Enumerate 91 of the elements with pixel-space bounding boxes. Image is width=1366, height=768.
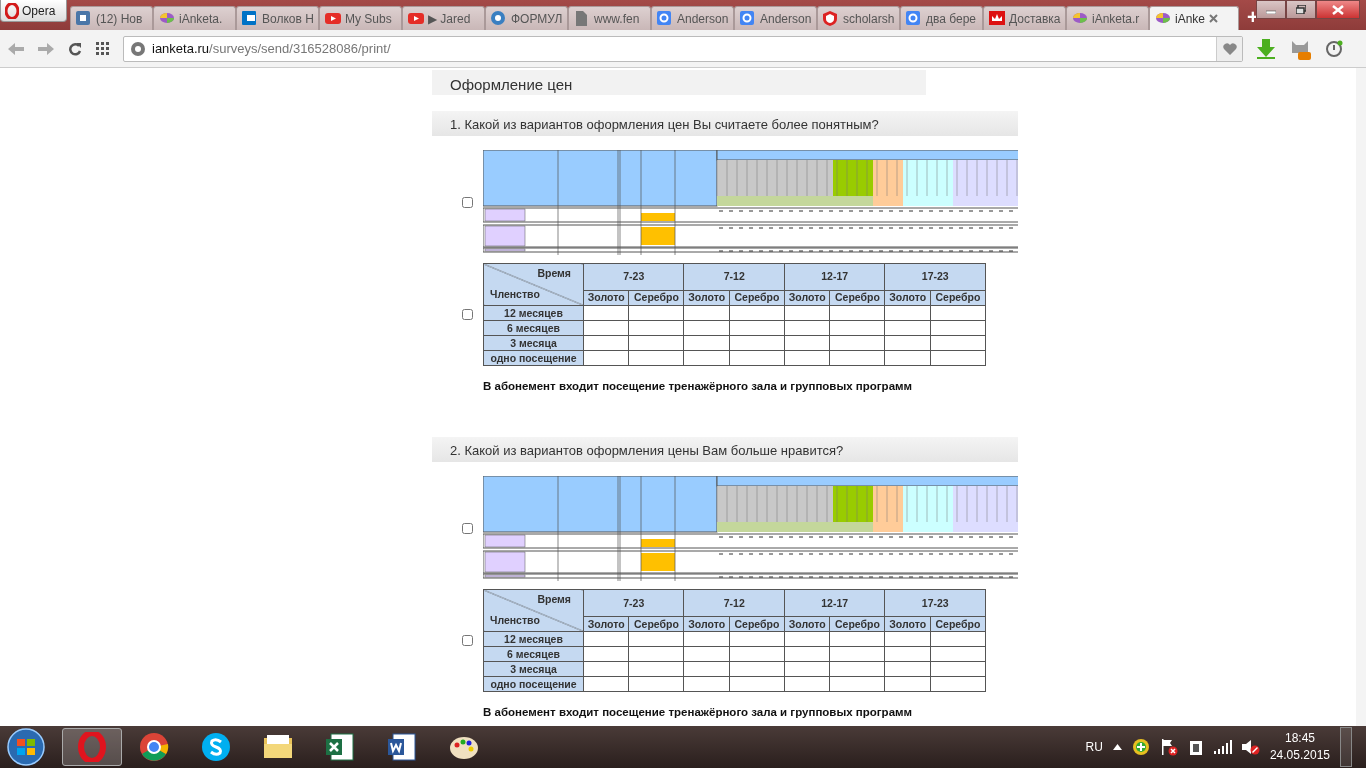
browser-tab[interactable]: My Subs	[319, 6, 402, 30]
play-icon	[408, 11, 424, 26]
tab-title: Anderson	[760, 10, 812, 28]
browser-tab[interactable]: Доставка	[983, 6, 1066, 30]
browser-tab[interactable]: Anderson	[651, 6, 734, 30]
checkbox[interactable]	[462, 197, 473, 208]
address-field[interactable]: ianketa.ru/surveys/send/316528086/print/	[123, 35, 1243, 62]
checkbox[interactable]	[462, 309, 473, 320]
tab-title: ▶ Jared	[428, 10, 471, 28]
table-header-cell: 12-17	[784, 589, 885, 617]
table-header-cell: 7-23	[583, 589, 684, 617]
bookmark-button[interactable]	[1216, 36, 1242, 61]
checkbox[interactable]	[462, 635, 473, 647]
plus-circle-icon[interactable]	[1131, 738, 1150, 756]
table-header-cell: 17-23	[884, 589, 986, 617]
table-header-cell: 12-17	[784, 263, 885, 291]
browser-tab[interactable]: Волков Н	[236, 6, 319, 30]
column-axis-label: Время	[537, 593, 571, 607]
language-indicator[interactable]: RU	[1085, 738, 1103, 756]
tab-title: iAnketa.	[179, 10, 223, 28]
globe-icon	[130, 40, 146, 57]
chevron-up-icon[interactable]	[1112, 744, 1122, 750]
tab-title: ФОРМУЛ	[511, 10, 563, 28]
crown-icon	[989, 11, 1005, 26]
signal-icon[interactable]	[1213, 740, 1232, 754]
scrollbar[interactable]	[1356, 68, 1366, 726]
square-icon	[76, 11, 92, 26]
question-title: 1. Какой из вариантов оформления цен Вы считаете более понятным?	[432, 111, 1018, 136]
show-desktop-button[interactable]	[1340, 727, 1352, 767]
close-icon	[1332, 4, 1344, 15]
tab-title: (12) Нов	[96, 10, 143, 28]
browser-tab[interactable]: ▶ Jared	[402, 6, 485, 30]
caption: В абонемент входит посещение тренажёрного зала и групповых программ	[483, 705, 914, 721]
column-axis-label: Время	[537, 267, 571, 280]
close-icon[interactable]	[1209, 14, 1219, 23]
muted-speaker-icon[interactable]	[1241, 739, 1260, 755]
envelope-icon	[242, 11, 258, 26]
pie-icon	[1155, 11, 1171, 26]
grid-icon[interactable]	[96, 42, 109, 55]
shield-icon	[823, 11, 839, 26]
spreadsheet-icon	[325, 732, 355, 762]
browser-tab[interactable]: (12) Нов	[70, 6, 153, 30]
tab-title: Доставка	[1009, 10, 1061, 28]
address-text: ianketa.ru/surveys/send/316528086/print/	[152, 39, 391, 58]
tab-title: www.fen	[594, 10, 640, 28]
question-title: 2. Какой из вариантов оформления цены Вам больше нравится?	[432, 437, 1018, 463]
restore-button[interactable]	[1286, 0, 1316, 19]
tab-title: два бере	[926, 10, 976, 28]
tab-title: Волков Н	[262, 10, 314, 28]
browser-tab[interactable]: Anderson	[734, 6, 817, 30]
browser-tab[interactable]: iAnke	[1149, 6, 1239, 30]
pie-icon	[1072, 11, 1088, 26]
browser-tab[interactable]: iAnketa.r	[1066, 6, 1149, 30]
tab-title: Anderson	[677, 10, 729, 28]
flag-icon[interactable]	[1159, 738, 1178, 756]
row-axis-label: Членство	[490, 288, 540, 301]
clock-date[interactable]: 24.05.2015	[1269, 747, 1330, 764]
browser-tab[interactable]: ФОРМУЛ	[485, 6, 568, 30]
restore-icon	[1296, 5, 1306, 14]
page-icon	[574, 11, 590, 26]
tab-title: iAnketa.r	[1092, 10, 1140, 28]
o-icon	[77, 732, 107, 762]
o-icon	[5, 2, 19, 19]
download-icon[interactable]	[1257, 38, 1275, 59]
pie-icon	[159, 11, 175, 26]
circle-icon	[139, 732, 169, 762]
heart-icon	[1222, 42, 1237, 55]
clock-time[interactable]: 18:45	[1269, 730, 1330, 747]
table-header-cell: 7-23	[583, 263, 684, 291]
table-header-cell: 17-23	[884, 263, 986, 291]
browser-tab[interactable]: iAnketa.	[153, 6, 236, 30]
table-header-cell: 7-12	[684, 589, 785, 617]
row-axis-label: Членство	[490, 614, 540, 628]
section-title: Оформление цен	[432, 70, 926, 95]
tab-title: iAnke	[1175, 10, 1206, 28]
browser-tab[interactable]: www.fen	[568, 6, 651, 30]
s-icon	[201, 732, 231, 762]
tab-title: My Subs	[345, 10, 392, 28]
menu-button[interactable]: Opera	[0, 0, 67, 22]
start-icon[interactable]	[4, 727, 48, 767]
tab-title: scholarsh	[843, 10, 895, 28]
minimize-button[interactable]	[1256, 0, 1286, 19]
play-icon	[325, 11, 341, 26]
reload-icon[interactable]	[68, 41, 82, 56]
browser-tab[interactable]: два бере	[900, 6, 983, 30]
table-header-cell: 7-12	[684, 263, 785, 291]
close-button[interactable]	[1316, 0, 1360, 19]
checkbox[interactable]	[462, 523, 473, 535]
caption: В абонемент входит посещение тренажёрного зала и групповых программ	[483, 379, 914, 394]
document-icon	[387, 732, 417, 762]
browser-tab[interactable]: scholarsh	[817, 6, 900, 30]
